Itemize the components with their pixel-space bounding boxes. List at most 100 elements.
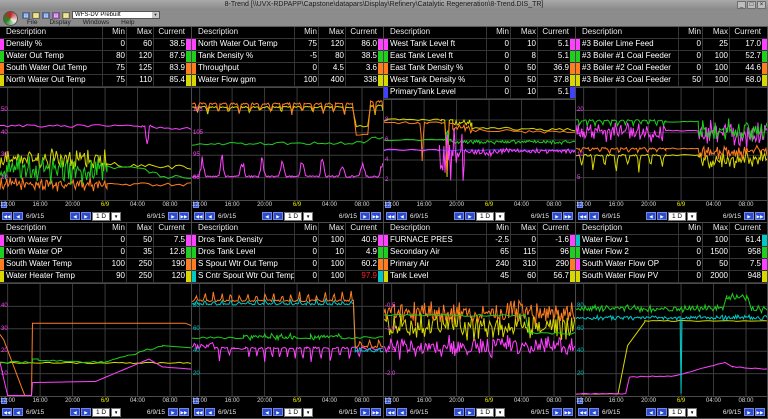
new-display-icon[interactable]: ▤: [22, 11, 30, 19]
time-range-input[interactable]: 1 D: [475, 211, 495, 221]
pen-row[interactable]: West Tank Level ft 0 10 5.1: [384, 39, 575, 51]
workspace-combobox[interactable]: WFS-DV Prebuilt ▼: [72, 11, 160, 19]
range-forward-button[interactable]: ▶: [464, 408, 475, 416]
range-back-button[interactable]: ◀: [453, 408, 464, 416]
range-forward-button[interactable]: ▶: [80, 408, 91, 416]
scroll-forward-fast-button[interactable]: ▶▶: [755, 212, 765, 220]
pen-row[interactable]: Water Flow gpm 100 400 338: [192, 75, 383, 87]
range-forward-button[interactable]: ▶: [656, 408, 667, 416]
range-back-button[interactable]: ◀: [261, 212, 272, 220]
menu-display[interactable]: Display: [44, 19, 75, 26]
trend-chart[interactable]: 80 60 40 20: [576, 283, 767, 396]
pen-row[interactable]: North Water PV 0 50 7.5: [0, 235, 191, 247]
range-back-button[interactable]: ◀: [69, 408, 80, 416]
pen-row[interactable]: South Water Out Temp 75 125 83.9: [0, 63, 191, 75]
menu-file[interactable]: File: [22, 19, 42, 26]
pen-row[interactable]: East Tank Density % 0 50 36.9: [384, 63, 575, 75]
range-forward-button[interactable]: ▶: [656, 212, 667, 220]
trend-chart[interactable]: 8 6 4 2: [384, 99, 575, 200]
scroll-back-fast-button[interactable]: ◀◀: [386, 212, 396, 220]
pen-row[interactable]: South Water Flow OP 0 50 7.5: [576, 259, 767, 271]
time-range-dropdown[interactable]: ▼: [687, 211, 698, 221]
scroll-forward-button[interactable]: ▶: [744, 408, 754, 416]
scroll-forward-button[interactable]: ▶: [360, 212, 370, 220]
pen-row[interactable]: #3 Boiler #2 Coal Feeder 0 100 44.6: [576, 63, 767, 75]
scroll-back-fast-button[interactable]: ◀◀: [194, 212, 204, 220]
scroll-back-button[interactable]: ◀: [205, 408, 215, 416]
range-forward-button[interactable]: ▶: [272, 212, 283, 220]
pen-row[interactable]: South Water Temp 100 250 190: [0, 259, 191, 271]
pen-row[interactable]: Water Out Temp 80 120 87.9: [0, 51, 191, 63]
time-range-dropdown[interactable]: ▼: [687, 407, 698, 417]
alarm-summary-icon[interactable]: ▤: [62, 11, 70, 19]
scroll-forward-fast-button[interactable]: ▶▶: [179, 408, 189, 416]
trend-chart[interactable]: 50 40 30 20: [0, 87, 191, 200]
pen-row[interactable]: PrimaryTank Level 0 10 5.1: [384, 87, 575, 99]
scroll-back-fast-button[interactable]: ◀◀: [2, 212, 12, 220]
range-back-button[interactable]: ◀: [453, 212, 464, 220]
pen-row[interactable]: Secondary Air 65 115 96: [384, 247, 575, 259]
pen-row[interactable]: S Cntr Spout Wtr Out Temp 0 100 97.9: [192, 271, 383, 283]
pen-row[interactable]: Water Heater Temp 90 250 120: [0, 271, 191, 283]
range-forward-button[interactable]: ▶: [80, 212, 91, 220]
pen-row[interactable]: Dros Tank Density 0 100 40.9: [192, 235, 383, 247]
scroll-back-button[interactable]: ◀: [13, 212, 23, 220]
range-forward-button[interactable]: ▶: [272, 408, 283, 416]
range-back-button[interactable]: ◀: [645, 408, 656, 416]
pen-row[interactable]: Water Flow 1 0 100 61.4: [576, 235, 767, 247]
pen-row[interactable]: Tank Density % -5 80 38.5: [192, 51, 383, 63]
scroll-back-button[interactable]: ◀: [397, 212, 407, 220]
chevron-down-icon[interactable]: ▼: [152, 12, 159, 18]
scroll-back-fast-button[interactable]: ◀◀: [386, 408, 396, 416]
trend-chart[interactable]: 20 15 10 5: [576, 87, 767, 200]
scroll-back-fast-button[interactable]: ◀◀: [578, 212, 588, 220]
pen-row[interactable]: Tank Level 45 60 56.7: [384, 271, 575, 283]
open-display-icon[interactable]: ▤: [32, 11, 40, 19]
scroll-back-button[interactable]: ◀: [589, 408, 599, 416]
time-range-input[interactable]: 1 D: [91, 211, 111, 221]
time-range-dropdown[interactable]: ▼: [495, 407, 506, 417]
scroll-forward-button[interactable]: ▶: [552, 212, 562, 220]
scroll-forward-button[interactable]: ▶: [744, 212, 754, 220]
pen-row[interactable]: Dros Tank Level 0 10 4.9: [192, 247, 383, 259]
pen-row[interactable]: South Water Flow PV 0 2000 948: [576, 271, 767, 283]
time-range-dropdown[interactable]: ▼: [111, 407, 122, 417]
scroll-forward-fast-button[interactable]: ▶▶: [563, 408, 573, 416]
scroll-forward-button[interactable]: ▶: [552, 408, 562, 416]
time-range-input[interactable]: 1 D: [667, 407, 687, 417]
pen-row[interactable]: North Water Out Temp 75 110 85.4: [0, 75, 191, 87]
trend-chart[interactable]: 40 30 20 10: [0, 283, 191, 396]
pen-row[interactable]: North Water Out Temp 75 120 86.0: [192, 39, 383, 51]
scroll-back-button[interactable]: ◀: [13, 408, 23, 416]
pen-row[interactable]: Water Flow 2 0 1500 958: [576, 247, 767, 259]
scroll-back-fast-button[interactable]: ◀◀: [2, 408, 12, 416]
time-range-input[interactable]: 1 D: [283, 211, 303, 221]
range-back-button[interactable]: ◀: [69, 212, 80, 220]
scroll-back-fast-button[interactable]: ◀◀: [578, 408, 588, 416]
time-range-input[interactable]: 1 D: [91, 407, 111, 417]
menu-windows[interactable]: Windows: [78, 19, 114, 26]
pen-row[interactable]: #3 Boiler Lime Feed 0 25 17.0: [576, 39, 767, 51]
range-back-button[interactable]: ◀: [261, 408, 272, 416]
scroll-forward-fast-button[interactable]: ▶▶: [371, 212, 381, 220]
pen-row[interactable]: #3 Boiler #3 Coal Feeder 50 100 68.0: [576, 75, 767, 87]
save-icon[interactable]: ▤: [42, 11, 50, 19]
pen-row[interactable]: #3 Boiler #1 Coal Feeder 0 100 52.7: [576, 51, 767, 63]
trend-chart[interactable]: 115 105 95 85: [192, 87, 383, 200]
trend-chart[interactable]: 80 60 40 20: [192, 283, 383, 396]
menu-help[interactable]: Help: [116, 19, 139, 26]
range-back-button[interactable]: ◀: [645, 212, 656, 220]
scroll-back-button[interactable]: ◀: [397, 408, 407, 416]
maximize-button[interactable]: □: [747, 1, 756, 9]
range-forward-button[interactable]: ▶: [464, 212, 475, 220]
pen-row[interactable]: Primary Air 240 310 290: [384, 259, 575, 271]
pen-row[interactable]: Throughput 0 4.5 3.6: [192, 63, 383, 75]
scroll-forward-button[interactable]: ▶: [168, 212, 178, 220]
pen-row[interactable]: East Tank Level ft 0 8 5.1: [384, 51, 575, 63]
pen-row[interactable]: West Tank Density % 0 50 37.8: [384, 75, 575, 87]
scroll-forward-fast-button[interactable]: ▶▶: [755, 408, 765, 416]
minimize-button[interactable]: _: [737, 1, 746, 9]
pen-row[interactable]: S Spout Wtr Out Temp 0 100 60.2: [192, 259, 383, 271]
time-range-input[interactable]: 1 D: [667, 211, 687, 221]
time-range-dropdown[interactable]: ▼: [111, 211, 122, 221]
